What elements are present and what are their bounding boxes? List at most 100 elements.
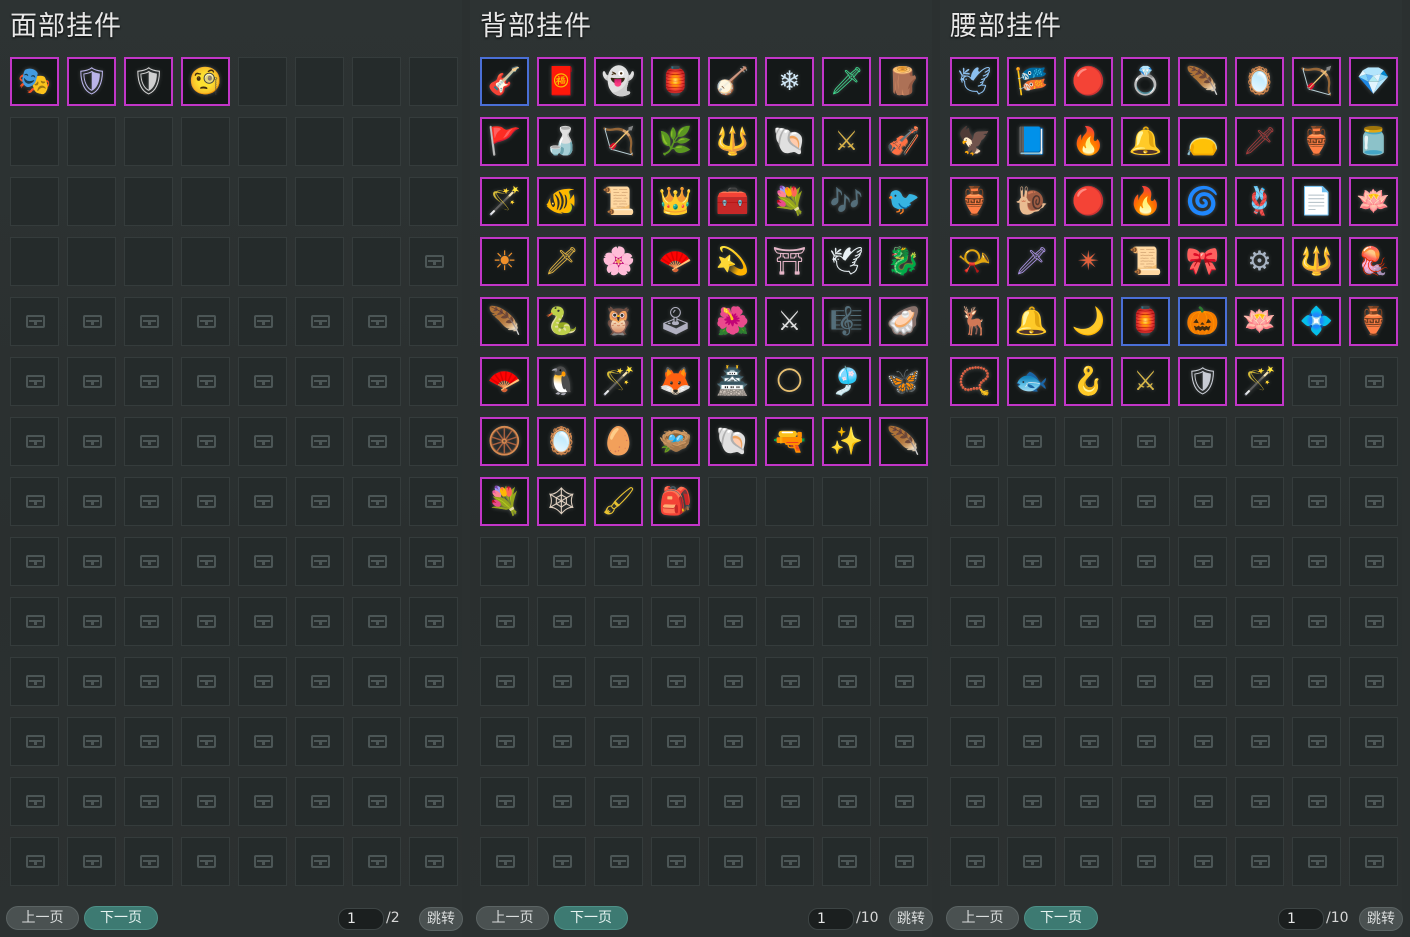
item-slot[interactable]: 🐉 — [879, 237, 928, 286]
locked-slot[interactable] — [124, 777, 173, 826]
item-slot[interactable]: 🦋 — [879, 357, 928, 406]
locked-slot[interactable] — [1349, 537, 1398, 586]
locked-slot[interactable] — [1007, 777, 1056, 826]
item-slot[interactable]: 🏮 — [1121, 297, 1170, 346]
locked-slot[interactable] — [1292, 417, 1341, 466]
locked-slot[interactable] — [238, 477, 287, 526]
jump-button[interactable]: 跳转 — [889, 907, 933, 931]
locked-slot[interactable] — [10, 717, 59, 766]
locked-slot[interactable] — [822, 717, 871, 766]
locked-slot[interactable] — [1292, 657, 1341, 706]
item-slot[interactable]: 🔴 — [1064, 57, 1113, 106]
item-slot[interactable]: 📿 — [950, 357, 999, 406]
item-slot[interactable]: 🐠 — [537, 177, 586, 226]
item-slot[interactable]: 📯 — [950, 237, 999, 286]
empty-slot[interactable] — [10, 177, 59, 226]
locked-slot[interactable] — [950, 417, 999, 466]
locked-slot[interactable] — [1121, 477, 1170, 526]
locked-slot[interactable] — [537, 537, 586, 586]
locked-slot[interactable] — [1292, 477, 1341, 526]
locked-slot[interactable] — [352, 357, 401, 406]
locked-slot[interactable] — [181, 837, 230, 886]
locked-slot[interactable] — [1178, 477, 1227, 526]
locked-slot[interactable] — [1349, 717, 1398, 766]
item-slot[interactable]: 🏺 — [950, 177, 999, 226]
item-slot[interactable]: 📜 — [1121, 237, 1170, 286]
item-slot[interactable]: ⚔ — [822, 117, 871, 166]
locked-slot[interactable] — [1235, 597, 1284, 646]
locked-slot[interactable] — [10, 477, 59, 526]
locked-slot[interactable] — [10, 357, 59, 406]
item-slot[interactable]: 🛡 — [1178, 357, 1227, 406]
locked-slot[interactable] — [124, 357, 173, 406]
next-page-button[interactable]: 下一页 — [84, 906, 158, 930]
empty-slot[interactable] — [708, 477, 757, 526]
locked-slot[interactable] — [1349, 477, 1398, 526]
locked-slot[interactable] — [295, 297, 344, 346]
locked-slot[interactable] — [124, 537, 173, 586]
item-slot[interactable]: 🔱 — [708, 117, 757, 166]
locked-slot[interactable] — [1121, 597, 1170, 646]
item-slot[interactable]: 🏯 — [708, 357, 757, 406]
item-slot[interactable]: 🪷 — [1349, 177, 1398, 226]
locked-slot[interactable] — [238, 537, 287, 586]
locked-slot[interactable] — [1292, 357, 1341, 406]
locked-slot[interactable] — [181, 297, 230, 346]
locked-slot[interactable] — [1178, 597, 1227, 646]
locked-slot[interactable] — [480, 777, 529, 826]
locked-slot[interactable] — [765, 657, 814, 706]
item-slot[interactable]: 🌸 — [594, 237, 643, 286]
locked-slot[interactable] — [238, 357, 287, 406]
locked-slot[interactable] — [409, 777, 458, 826]
item-slot[interactable]: 🧐 — [181, 57, 230, 106]
item-slot[interactable]: 👻 — [594, 57, 643, 106]
prev-page-button[interactable]: 上一页 — [946, 906, 1019, 930]
empty-slot[interactable] — [10, 117, 59, 166]
locked-slot[interactable] — [708, 597, 757, 646]
item-slot[interactable]: 👑 — [651, 177, 700, 226]
locked-slot[interactable] — [1064, 657, 1113, 706]
locked-slot[interactable] — [238, 417, 287, 466]
locked-slot[interactable] — [67, 657, 116, 706]
locked-slot[interactable] — [124, 477, 173, 526]
locked-slot[interactable] — [409, 417, 458, 466]
locked-slot[interactable] — [879, 837, 928, 886]
item-slot[interactable]: ⚙ — [1235, 237, 1284, 286]
empty-slot[interactable] — [295, 177, 344, 226]
locked-slot[interactable] — [1235, 777, 1284, 826]
empty-slot[interactable] — [67, 177, 116, 226]
empty-slot[interactable] — [295, 57, 344, 106]
item-slot[interactable]: 🧧 — [537, 57, 586, 106]
empty-slot[interactable] — [124, 177, 173, 226]
locked-slot[interactable] — [409, 477, 458, 526]
locked-slot[interactable] — [352, 537, 401, 586]
item-slot[interactable]: 🪞 — [537, 417, 586, 466]
locked-slot[interactable] — [238, 657, 287, 706]
next-page-button[interactable]: 下一页 — [554, 906, 628, 930]
locked-slot[interactable] — [295, 477, 344, 526]
next-page-button[interactable]: 下一页 — [1024, 906, 1098, 930]
locked-slot[interactable] — [879, 777, 928, 826]
locked-slot[interactable] — [1064, 537, 1113, 586]
item-slot[interactable]: ⚔ — [1121, 357, 1170, 406]
item-slot[interactable]: 🪭 — [651, 237, 700, 286]
item-slot[interactable]: 🐦 — [879, 177, 928, 226]
locked-slot[interactable] — [295, 597, 344, 646]
locked-slot[interactable] — [1349, 597, 1398, 646]
locked-slot[interactable] — [879, 537, 928, 586]
item-slot[interactable]: 🪄 — [1235, 357, 1284, 406]
item-slot[interactable]: 🐚 — [708, 417, 757, 466]
locked-slot[interactable] — [822, 837, 871, 886]
locked-slot[interactable] — [594, 537, 643, 586]
locked-slot[interactable] — [651, 717, 700, 766]
item-slot[interactable]: 🎻 — [879, 117, 928, 166]
item-slot[interactable]: 🌕 — [765, 357, 814, 406]
item-slot[interactable]: ⚔ — [765, 297, 814, 346]
item-slot[interactable]: 🏺 — [1349, 297, 1398, 346]
locked-slot[interactable] — [124, 837, 173, 886]
locked-slot[interactable] — [10, 297, 59, 346]
locked-slot[interactable] — [295, 537, 344, 586]
item-slot[interactable]: 🧰 — [708, 177, 757, 226]
locked-slot[interactable] — [1178, 657, 1227, 706]
item-slot[interactable]: 🎃 — [1178, 297, 1227, 346]
